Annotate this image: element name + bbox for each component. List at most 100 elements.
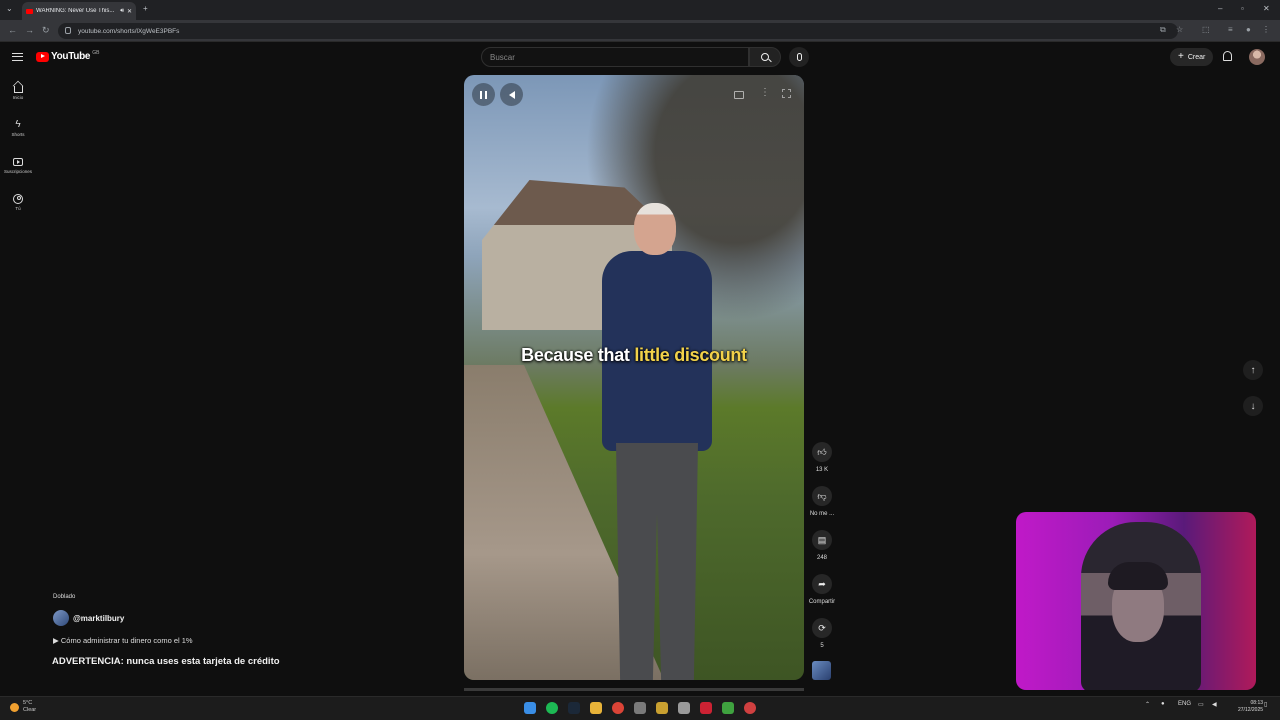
comments-count: 248	[816, 555, 827, 561]
store-icon[interactable]	[678, 702, 690, 714]
taskbar-clock[interactable]: 08:13 27/12/2025	[1238, 700, 1263, 714]
volume-tray-icon[interactable]: ◀	[1212, 701, 1217, 708]
more-options-icon[interactable]: ⋮	[760, 87, 770, 98]
sidebar-item-subscriptions[interactable]: Suscripciones	[0, 152, 36, 189]
new-tab-icon[interactable]: +	[143, 4, 148, 13]
clock-time: 08:13	[1250, 700, 1264, 706]
volume-icon	[508, 90, 515, 99]
clock-date: 27/12/2025	[1238, 707, 1264, 713]
youtube-logo[interactable]: YouTube GB	[36, 50, 99, 62]
steam-icon[interactable]	[568, 702, 580, 714]
close-window-icon[interactable]: ✕	[1263, 4, 1270, 13]
search-input[interactable]: Buscar	[481, 47, 749, 67]
app-icon[interactable]	[700, 702, 712, 714]
dubbed-badge: Doblado	[53, 594, 76, 600]
sidebar-item-you[interactable]: Tú	[0, 189, 36, 226]
like-count: 13 K	[815, 467, 829, 473]
share-label: Compartir	[808, 599, 836, 605]
video-progress-bar[interactable]	[464, 688, 804, 691]
search-icon	[761, 53, 769, 61]
maximize-icon[interactable]: ▫	[1241, 4, 1244, 13]
minimize-icon[interactable]: –	[1218, 4, 1222, 13]
tab-title: WARNING: Never Use This...	[36, 8, 115, 14]
thumbs-up-icon: 👍︎	[812, 442, 832, 462]
language-indicator[interactable]: ENG	[1178, 701, 1191, 707]
comments-button[interactable]: ▤ 248	[810, 530, 834, 561]
microphone-icon	[796, 53, 802, 61]
create-label: Crear	[1187, 53, 1206, 61]
shorts-video-player[interactable]: Because that little discount ⋮	[464, 75, 804, 680]
bookmark-star-icon[interactable]: ☆	[1176, 25, 1183, 34]
app-icon[interactable]	[634, 702, 646, 714]
network-icon[interactable]: ▭	[1198, 701, 1204, 708]
forward-icon[interactable]: →	[25, 25, 34, 35]
profile-icon[interactable]: ●	[1246, 25, 1251, 34]
windows-start-icon[interactable]	[524, 702, 536, 714]
shorts-icon: ϟ	[15, 119, 21, 130]
channel-avatar	[53, 610, 69, 626]
sidebar-item-shorts[interactable]: ϟ Shorts	[0, 115, 36, 152]
notifications-tray-icon[interactable]: ▯	[1264, 701, 1267, 708]
extensions-icon[interactable]: ⬚	[1202, 25, 1210, 34]
next-short-button[interactable]: ↓	[1243, 396, 1263, 416]
voice-search-button[interactable]	[789, 47, 809, 67]
video-title[interactable]: ADVERTENCIA: nunca uses esta tarjeta de …	[52, 656, 280, 667]
webcam-hair	[1108, 562, 1168, 590]
caption-highlight: little discount	[634, 345, 747, 365]
spotify-icon[interactable]	[546, 702, 558, 714]
sidebar-item-home[interactable]: Inicio	[0, 78, 36, 115]
app-icon[interactable]	[656, 702, 668, 714]
channel-thumbnail[interactable]	[812, 661, 831, 680]
browser-tabbar: ⌄ WARNING: Never Use This... 🔊︎ ✕ + – ▫ …	[0, 0, 1280, 20]
tab-close-icon[interactable]: ✕	[127, 8, 132, 15]
remix-button[interactable]: ⟳ 5	[810, 618, 834, 649]
sidebar-item-label: Suscripciones	[3, 169, 32, 174]
tray-mic-icon[interactable]: ●	[1161, 701, 1165, 707]
app-icon[interactable]	[744, 702, 756, 714]
captions-icon[interactable]	[734, 91, 744, 99]
tab-search-icon[interactable]: ⌄	[6, 4, 13, 13]
pause-button[interactable]	[472, 83, 495, 106]
fullscreen-icon[interactable]	[782, 89, 791, 98]
hamburger-menu-icon[interactable]	[12, 53, 23, 61]
media-player-icon[interactable]	[722, 702, 734, 714]
thumbs-down-icon: 👎︎	[812, 486, 832, 506]
media-icon[interactable]: ≡	[1228, 25, 1233, 34]
sidebar-item-label: Tú	[15, 206, 21, 211]
browser-tab[interactable]: WARNING: Never Use This... 🔊︎ ✕	[22, 2, 136, 20]
reload-icon[interactable]: ↻	[42, 25, 50, 36]
dislike-button[interactable]: 👎︎ No me ...	[810, 486, 834, 517]
weather-temp: 5°C	[23, 700, 33, 706]
volume-button[interactable]	[500, 83, 523, 106]
chrome-icon[interactable]	[612, 702, 624, 714]
site-info-icon[interactable]	[65, 27, 71, 34]
open-in-app-icon[interactable]: ⧉	[1160, 25, 1166, 35]
you-icon	[13, 193, 24, 204]
menu-dots-icon[interactable]: ⋮	[1262, 25, 1270, 34]
video-caption: Because that little discount	[464, 345, 804, 366]
arrow-down-icon: ↓	[1250, 400, 1256, 412]
url-text: youtube.com/shorts/lXgWeE3PBFs	[78, 27, 180, 35]
url-bar[interactable]: youtube.com/shorts/lXgWeE3PBFs	[58, 23, 1178, 39]
tray-chevron-icon[interactable]: ⌃	[1145, 701, 1150, 708]
home-icon	[13, 82, 24, 93]
share-icon: ➦	[812, 574, 832, 594]
previous-short-button[interactable]: ↑	[1243, 360, 1263, 380]
like-button[interactable]: 👍︎ 13 K	[810, 442, 834, 473]
share-button[interactable]: ➦ Compartir	[809, 574, 835, 605]
back-icon[interactable]: ←	[8, 25, 17, 35]
notifications-bell-icon[interactable]	[1223, 51, 1232, 61]
remix-icon: ⟳	[812, 618, 832, 638]
webcam-overlay	[1016, 512, 1256, 690]
account-avatar[interactable]	[1249, 49, 1265, 65]
search-placeholder: Buscar	[490, 52, 515, 62]
channel-link[interactable]: @marktilbury	[53, 610, 124, 626]
tab-audio-icon[interactable]: 🔊︎	[120, 8, 124, 15]
search-button[interactable]	[749, 47, 781, 67]
sidebar-item-label: Inicio	[12, 95, 24, 100]
create-button[interactable]: + Crear	[1170, 48, 1214, 66]
youtube-play-icon	[36, 51, 49, 62]
file-explorer-icon[interactable]	[590, 702, 602, 714]
weather-widget[interactable]: 5°C Clear	[10, 700, 36, 714]
playlist-link[interactable]: ▶ Cómo administrar tu dinero como el 1%	[53, 636, 193, 645]
